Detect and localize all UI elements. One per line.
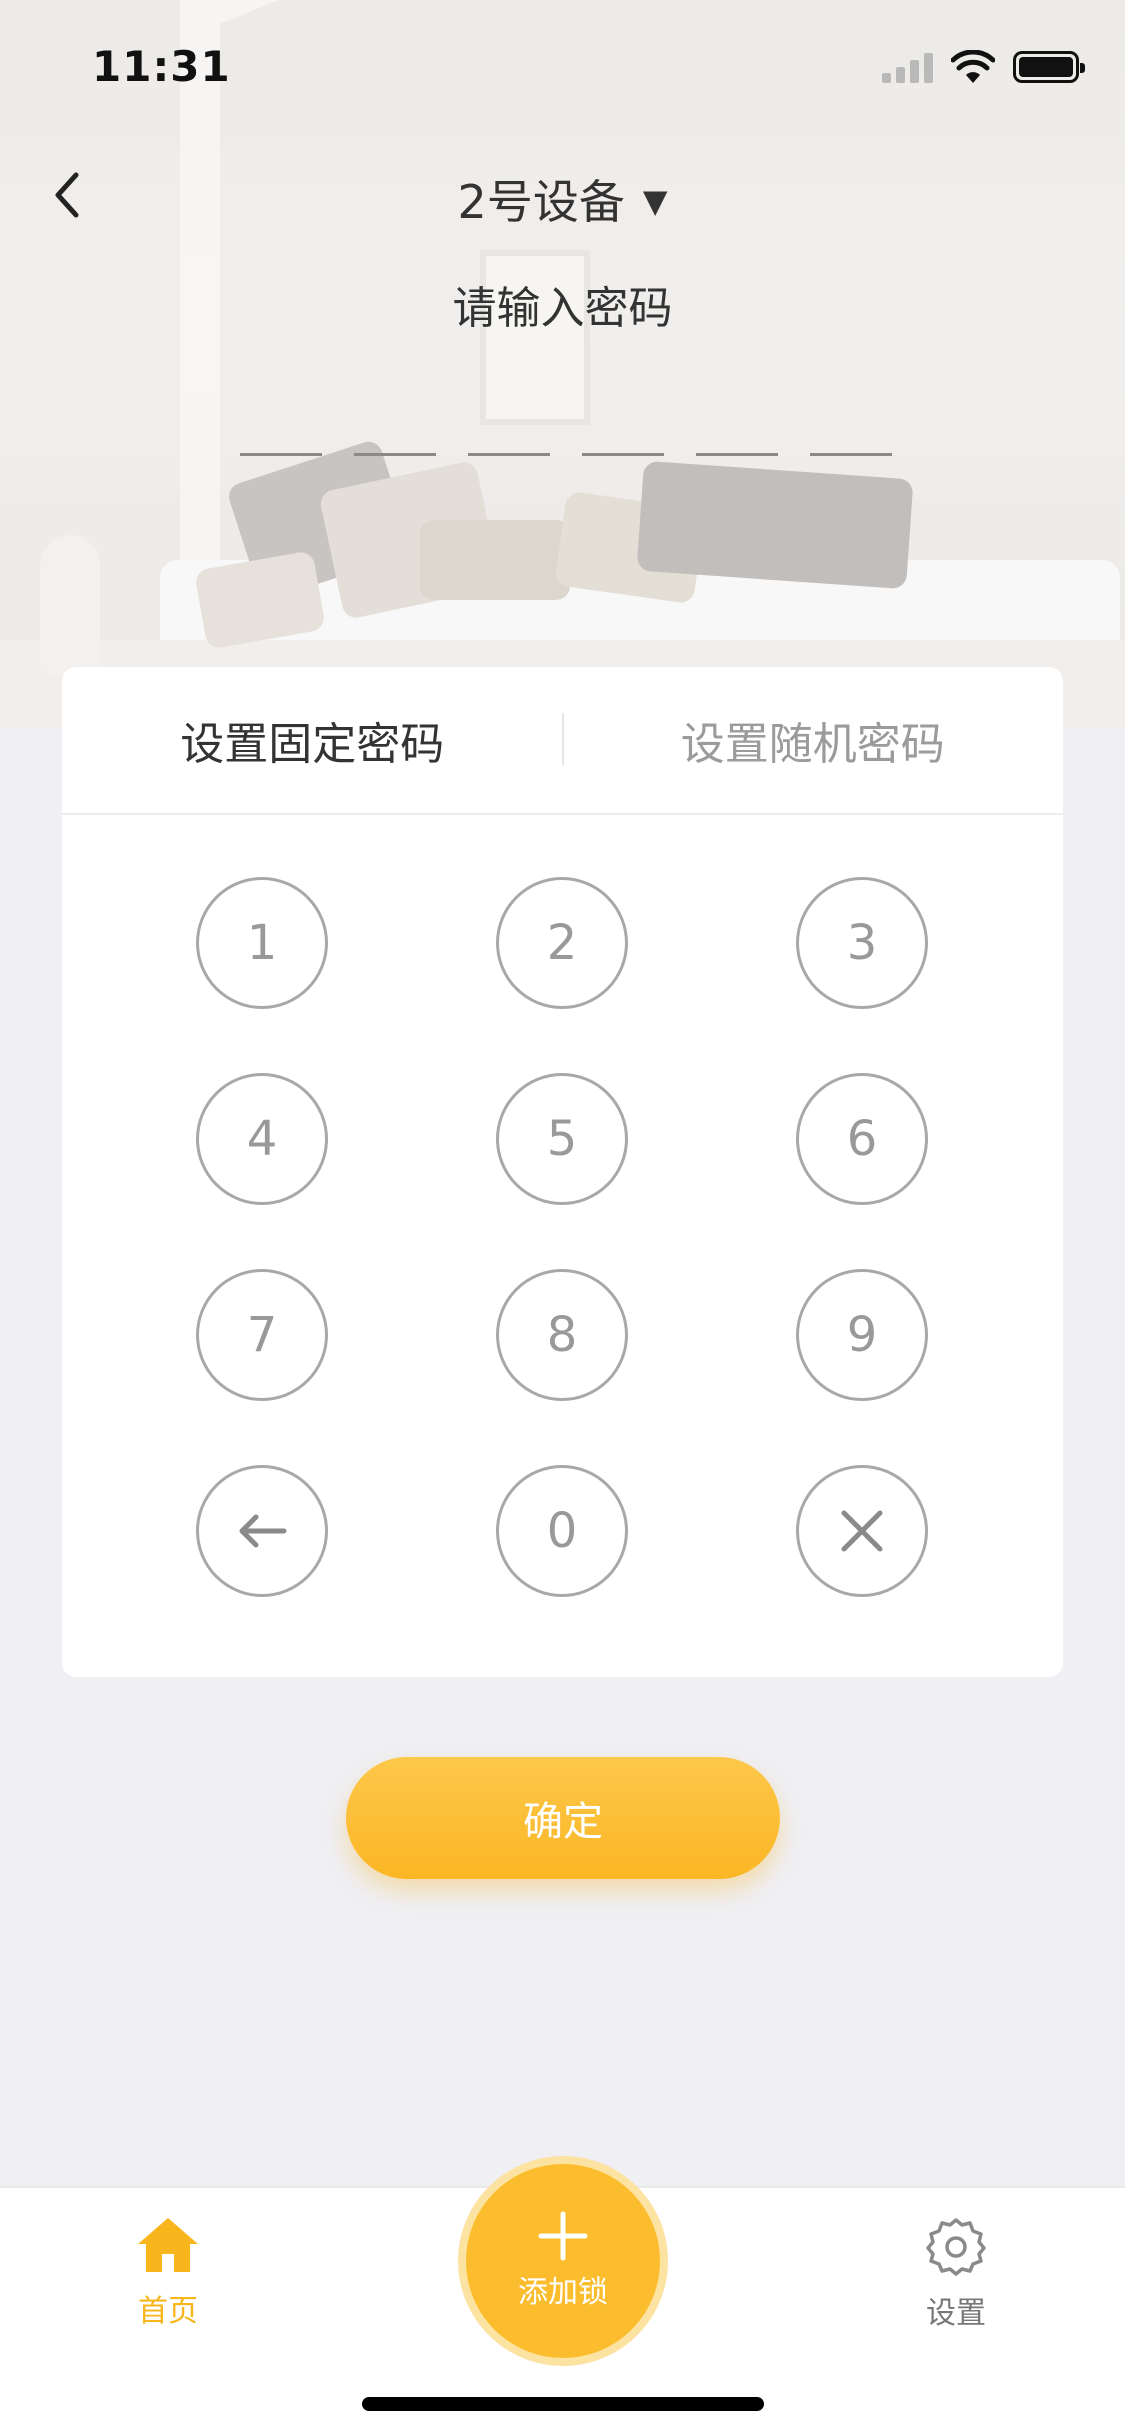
status-icons [882, 50, 1085, 84]
wifi-icon [951, 50, 995, 83]
home-icon [138, 2218, 198, 2272]
add-lock-button[interactable]: 添加锁 [458, 2156, 668, 2366]
tab-settings[interactable]: 设置 [876, 2216, 1036, 2332]
pin-slot [354, 453, 436, 456]
pin-slot [582, 453, 664, 456]
add-lock-label: 添加锁 [518, 2275, 608, 2310]
status-bar: 11:31 [0, 0, 1125, 132]
tab-home-label: 首页 [138, 2294, 198, 2329]
device-name: 2号设备 [457, 175, 625, 229]
pin-slot [810, 453, 892, 456]
arrow-left-icon [239, 1514, 287, 1548]
key-9[interactable]: 9 [796, 1269, 928, 1401]
gear-icon [926, 2218, 986, 2276]
battery-icon [1013, 51, 1085, 83]
caret-down-icon: ▼ [642, 182, 668, 220]
key-8[interactable]: 8 [496, 1269, 628, 1401]
device-selector[interactable]: 2号设备 ▼ [0, 166, 1125, 232]
close-icon [841, 1510, 883, 1552]
key-4[interactable]: 4 [196, 1073, 328, 1205]
tab-random-password[interactable]: 设置随机密码 [563, 708, 1064, 772]
cellular-signal-icon [882, 51, 933, 83]
status-time: 11:31 [92, 42, 231, 91]
plus-icon [538, 2211, 588, 2261]
numeric-keypad: 1 2 3 4 5 6 7 8 9 0 [62, 815, 1063, 1675]
key-1[interactable]: 1 [196, 877, 328, 1009]
key-6[interactable]: 6 [796, 1073, 928, 1205]
key-7[interactable]: 7 [196, 1269, 328, 1401]
key-5[interactable]: 5 [496, 1073, 628, 1205]
password-prompt: 请输入密码 [452, 283, 673, 334]
pin-slot [240, 453, 322, 456]
pin-slot [696, 453, 778, 456]
tab-divider [562, 713, 564, 765]
pin-slot [468, 453, 550, 456]
tab-settings-label: 设置 [926, 2296, 986, 2331]
clear-key[interactable] [796, 1465, 928, 1597]
key-0[interactable]: 0 [496, 1465, 628, 1597]
confirm-button[interactable]: 确定 [346, 1757, 780, 1879]
home-indicator [362, 2397, 764, 2411]
tab-home[interactable]: 首页 [88, 2216, 248, 2330]
password-type-tabs: 设置固定密码 设置随机密码 [62, 667, 1063, 815]
password-card: 设置固定密码 设置随机密码 1 2 3 4 5 6 7 8 9 0 [62, 667, 1063, 1677]
key-3[interactable]: 3 [796, 877, 928, 1009]
key-2[interactable]: 2 [496, 877, 628, 1009]
backspace-key[interactable] [196, 1465, 328, 1597]
pin-slots [240, 453, 892, 456]
tab-fixed-password[interactable]: 设置固定密码 [62, 708, 563, 772]
